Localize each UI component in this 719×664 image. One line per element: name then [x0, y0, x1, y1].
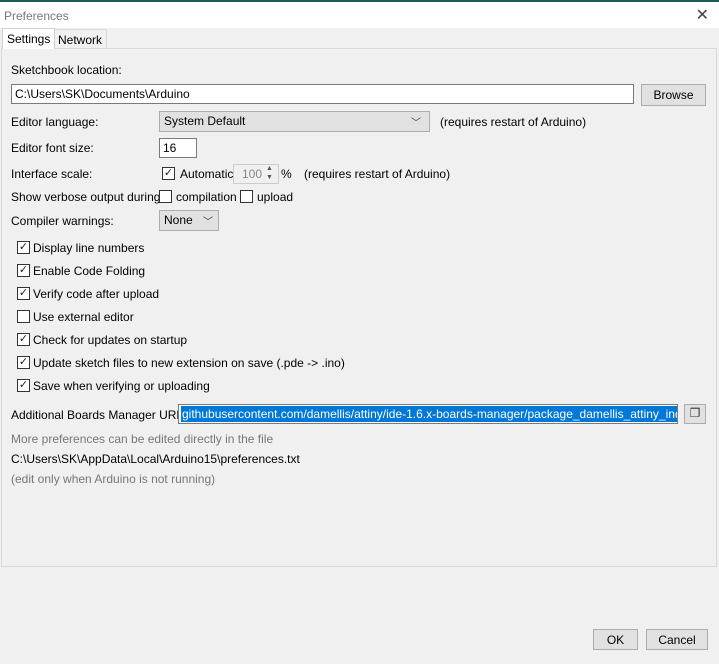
option-checkbox[interactable]: ✓ [17, 264, 30, 277]
preferences-path: C:\Users\SK\AppData\Local\Arduino15\pref… [11, 452, 300, 466]
tab-network[interactable]: Network [53, 29, 108, 49]
boards-urls-label: Additional Boards Manager URLs: [11, 408, 193, 422]
option-checkbox[interactable]: ✓ [17, 333, 30, 346]
sketchbook-input[interactable]: C:\Users\SK\Documents\Arduino [11, 84, 634, 104]
font-size-label: Editor font size: [11, 141, 94, 155]
editor-language-select[interactable]: System Default ﹀ [159, 111, 430, 132]
compiler-warnings-value: None [164, 213, 193, 227]
edit-urls-window-icon[interactable]: ❐ [684, 404, 706, 424]
tab-settings[interactable]: Settings [2, 28, 56, 49]
edit-note: (edit only when Arduino is not running) [11, 472, 216, 486]
sketchbook-label: Sketchbook location: [11, 63, 122, 77]
automatic-label: Automatic [180, 167, 234, 181]
verbose-label: Show verbose output during: [11, 190, 164, 204]
option-checkbox[interactable]: ✓ [17, 287, 30, 300]
browse-button[interactable]: Browse [641, 84, 706, 106]
option-checkbox[interactable] [17, 310, 30, 323]
window-title: Preferences [4, 9, 69, 23]
scale-unit: % [281, 167, 292, 181]
option-checkbox[interactable]: ✓ [17, 379, 30, 392]
verbose-upload-checkbox[interactable] [240, 190, 253, 203]
cancel-button[interactable]: Cancel [646, 629, 708, 650]
upload-label: upload [257, 190, 294, 204]
language-restart-note: (requires restart of Arduino) [440, 115, 587, 129]
verbose-compilation-checkbox[interactable] [159, 190, 172, 203]
spinner-arrows-icon[interactable]: ▲ ▼ [266, 164, 273, 182]
boards-urls-value: githubusercontent.com/damellis/attiny/id… [181, 406, 677, 422]
more-preferences-text: More preferences can be edited directly … [11, 432, 274, 446]
ok-button[interactable]: OK [593, 629, 638, 650]
option-label: Verify code after upload [33, 287, 160, 301]
option-checkbox[interactable]: ✓ [17, 241, 30, 254]
editor-language-value: System Default [164, 114, 246, 128]
option-label: Enable Code Folding [33, 264, 146, 278]
option-label: Check for updates on startup [33, 333, 188, 347]
chevron-down-icon: ﹀ [203, 217, 213, 228]
close-icon[interactable]: ✕ [696, 5, 709, 25]
compiler-warnings-select[interactable]: None ﹀ [159, 210, 219, 231]
chevron-down-icon: ﹀ [411, 118, 421, 129]
option-checkbox[interactable]: ✓ [17, 356, 30, 369]
title-bar: Preferences ✕ [0, 2, 719, 28]
option-label: Update sketch files to new extension on … [33, 356, 345, 370]
scale-restart-note: (requires restart of Arduino) [304, 167, 451, 181]
font-size-input[interactable]: 16 [159, 138, 197, 158]
automatic-scale-checkbox[interactable]: ✓ [162, 167, 175, 180]
compilation-label: compilation [176, 190, 237, 204]
option-label: Display line numbers [33, 241, 145, 255]
editor-language-label: Editor language: [11, 115, 99, 129]
option-label: Save when verifying or uploading [33, 379, 210, 393]
compiler-warnings-label: Compiler warnings: [11, 214, 114, 228]
interface-scale-label: Interface scale: [11, 167, 93, 181]
option-label: Use external editor [33, 310, 134, 324]
boards-urls-input[interactable]: githubusercontent.com/damellis/attiny/id… [178, 404, 678, 424]
